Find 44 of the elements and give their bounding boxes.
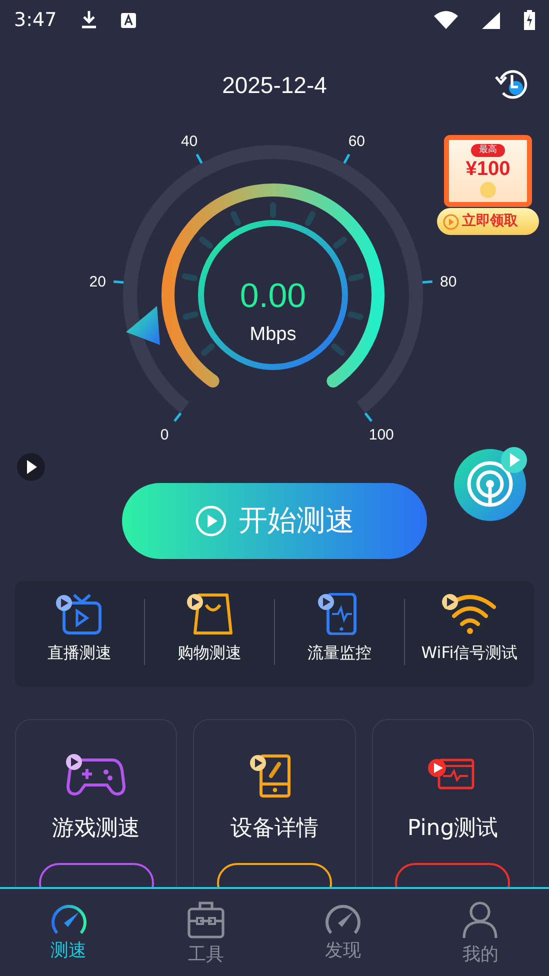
tool-item[interactable]: 购物测速 [145,581,274,687]
play-icon[interactable] [16,452,46,482]
nav-tab[interactable]: 工具 [137,889,274,976]
nav-tab[interactable]: 发现 [274,889,412,976]
download-icon [80,11,97,29]
gauge-tick-label: 40 [180,133,198,150]
gauge-tick [364,412,372,422]
tool-item[interactable]: WiFi信号测试 [405,581,534,687]
history-icon[interactable] [495,67,529,101]
nav-tab[interactable]: 我的 [412,889,549,976]
gauge-tick [114,280,124,284]
status-time: 3:47 [14,8,57,33]
toolbox-icon [186,901,225,939]
gauge-tick [422,280,432,284]
speed-reading: 0.00 [240,277,306,315]
person-icon [461,901,500,939]
promo-card[interactable]: 最高 ¥100 [444,135,532,207]
notification-icon [120,12,136,28]
tool-item[interactable]: 流量监控 [275,581,404,687]
play-icon [443,214,459,230]
gauge-tick [343,154,350,164]
promo-amount: ¥100 [466,157,510,181]
coin-icon [479,181,497,199]
gauge-pointer [126,306,160,345]
gauge-tick-label: 100 [368,426,394,444]
wifi-signal-icon [434,11,458,29]
date-title: 2025-12-4 [222,70,327,100]
nav-tab[interactable]: 测速 [0,889,138,976]
card-title: 游戏测速 [52,815,140,843]
gauge-tick [196,154,203,164]
cell-signal-icon [482,12,500,28]
gauge-tick [174,412,182,422]
gauge-tick-label: 60 [348,133,366,150]
gauge-tick-label: 0 [160,426,169,444]
play-icon [194,505,226,537]
gamepad-icon [66,754,126,798]
gauge-tick-label: 20 [89,273,106,290]
card-title: 设备详情 [230,815,318,843]
card-title: Ping测试 [407,815,498,843]
promo-tag: 最高 [471,144,505,157]
speed-unit: Mbps [250,324,296,345]
gauge-tick-label: 80 [440,273,457,290]
battery-icon [524,10,535,30]
tool-item[interactable]: 直播测速 [15,581,144,687]
